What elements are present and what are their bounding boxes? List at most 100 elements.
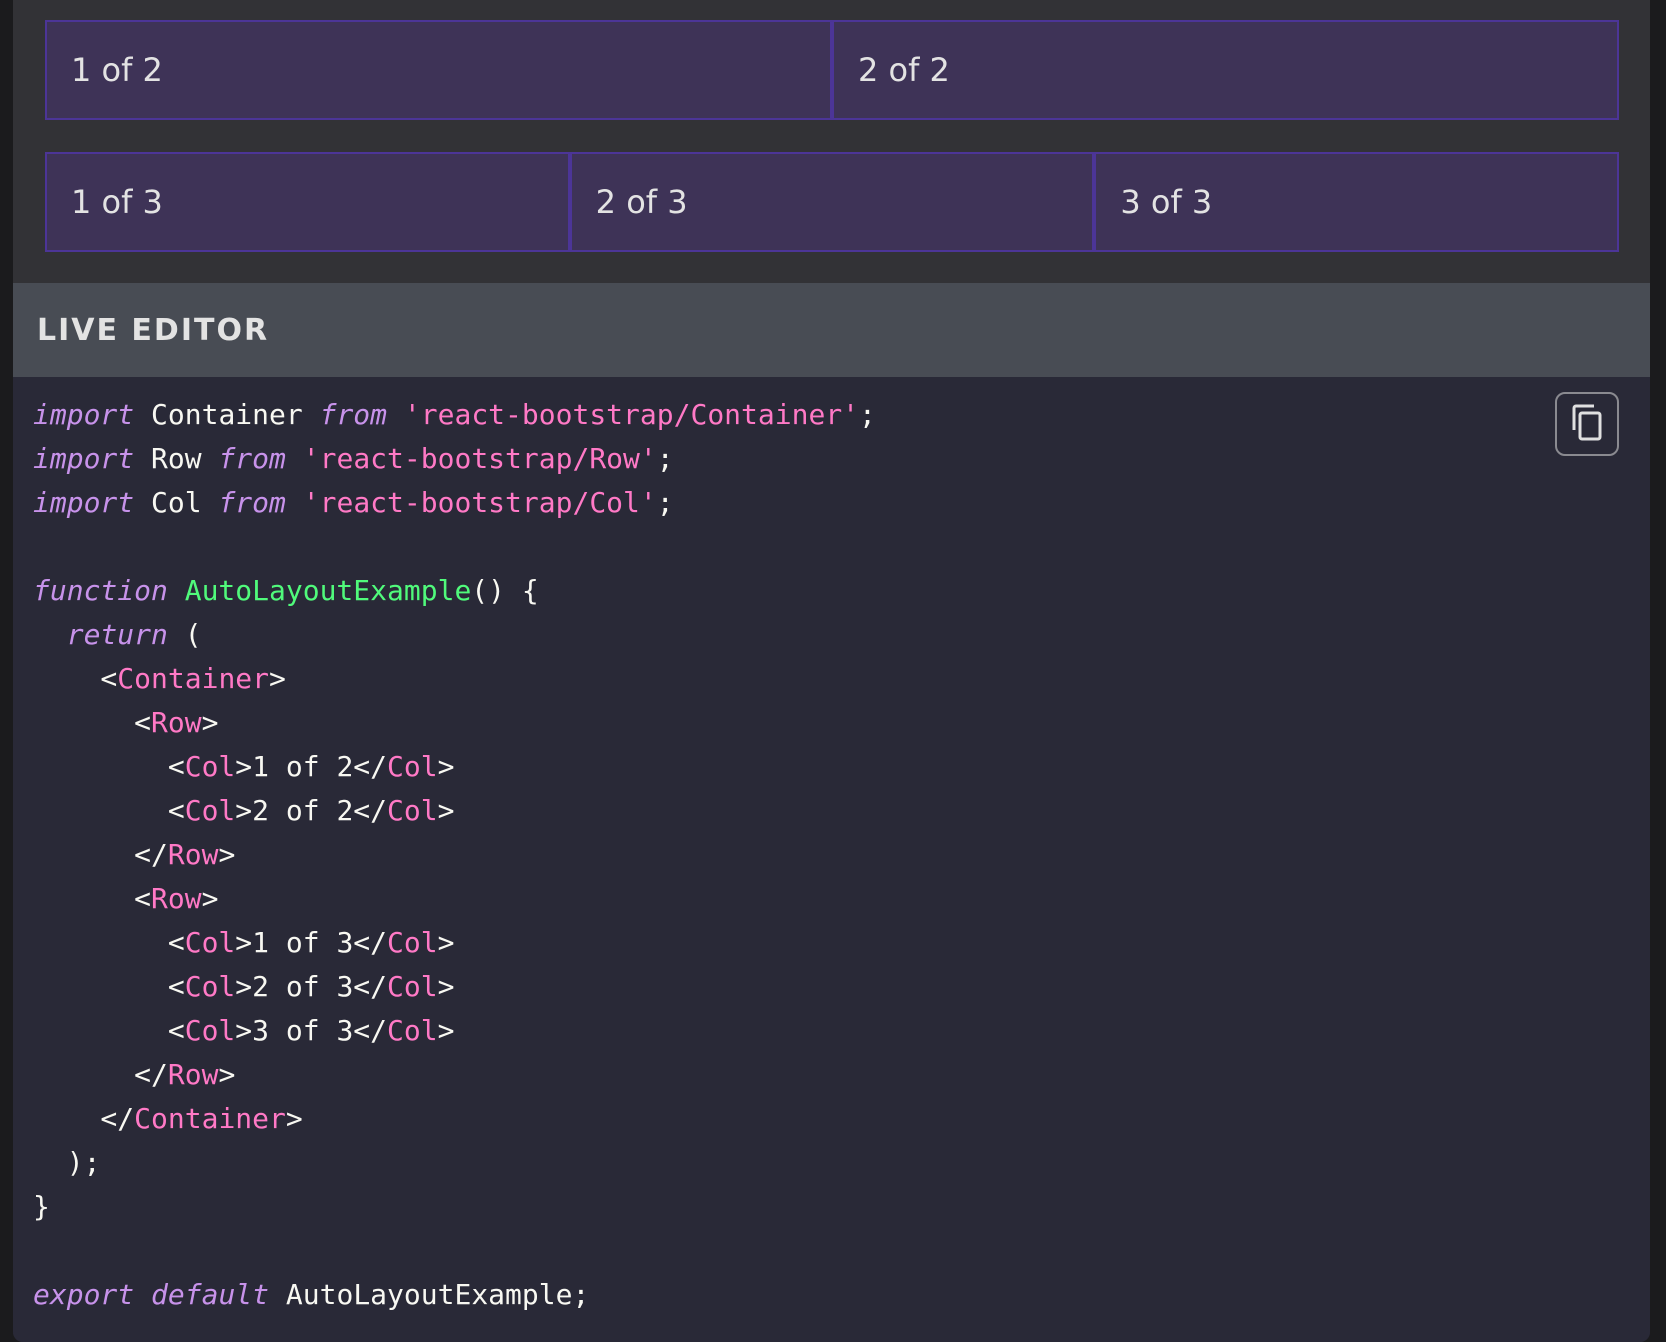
code-token: AutoLayoutExample; bbox=[269, 1278, 590, 1311]
code-token: import bbox=[33, 398, 135, 431]
code-token: > bbox=[437, 1014, 455, 1047]
code-token: < bbox=[33, 706, 152, 739]
copy-button[interactable] bbox=[1555, 392, 1619, 456]
code-token: ; bbox=[656, 442, 674, 475]
copy-icon bbox=[1570, 404, 1604, 445]
code-token: Container bbox=[117, 662, 270, 695]
code-token: </ bbox=[33, 1102, 135, 1135]
code-token: > bbox=[437, 926, 455, 959]
code-token: < bbox=[33, 750, 185, 783]
code-token: Col bbox=[387, 926, 438, 959]
code-token: > bbox=[437, 794, 455, 827]
live-editor-header: LIVE EDITOR bbox=[13, 283, 1650, 377]
code-token: Col bbox=[387, 970, 438, 1003]
code-line: function AutoLayoutExample() { bbox=[33, 569, 876, 613]
code-line: ​ bbox=[33, 525, 876, 569]
code-token: >3 of 3</ bbox=[235, 1014, 388, 1047]
grid-col: 2 of 2 bbox=[832, 20, 1619, 120]
code-line: <Row> bbox=[33, 877, 876, 921]
code-token: Col bbox=[184, 794, 236, 827]
code-token: >1 of 3</ bbox=[235, 926, 388, 959]
code-line: return ( bbox=[33, 613, 876, 657]
code-line: <Col>3 of 3</Col> bbox=[33, 1009, 876, 1053]
code-token: > bbox=[437, 750, 455, 783]
live-editor-title: LIVE EDITOR bbox=[37, 312, 270, 348]
code-token: } bbox=[33, 1190, 50, 1223]
grid-row-1: 1 of 2 2 of 2 bbox=[45, 20, 1619, 120]
code-token: ; bbox=[859, 398, 876, 431]
grid-col: 1 of 3 bbox=[45, 152, 570, 252]
code-token: Col bbox=[184, 926, 236, 959]
code-token: from bbox=[218, 442, 286, 475]
code-token: </ bbox=[33, 1058, 168, 1091]
code-line: import Col from 'react-bootstrap/Col'; bbox=[33, 481, 876, 525]
code-block[interactable]: import Container from 'react-bootstrap/C… bbox=[33, 393, 876, 1317]
code-token: >2 of 3</ bbox=[235, 970, 388, 1003]
code-example-panel: 1 of 2 2 of 2 1 of 3 2 of 3 3 of 3 LIVE … bbox=[13, 0, 1650, 1342]
code-token: 'react-bootstrap/Col' bbox=[302, 486, 657, 519]
code-line: </Row> bbox=[33, 1053, 876, 1097]
code-token: < bbox=[33, 1014, 185, 1047]
code-token: Row bbox=[151, 706, 202, 739]
code-token: 'react-bootstrap/Container' bbox=[403, 398, 860, 431]
code-token: Row bbox=[134, 442, 219, 475]
code-line: <Container> bbox=[33, 657, 876, 701]
code-token: Row bbox=[167, 838, 219, 871]
code-line: <Col>1 of 3</Col> bbox=[33, 921, 876, 965]
code-line: <Col>1 of 2</Col> bbox=[33, 745, 876, 789]
code-token: ); bbox=[33, 1146, 101, 1179]
code-token: Col bbox=[184, 970, 236, 1003]
code-editor[interactable]: import Container from 'react-bootstrap/C… bbox=[13, 377, 1650, 1342]
code-token: < bbox=[33, 882, 152, 915]
code-line: export default AutoLayoutExample; bbox=[33, 1273, 876, 1317]
code-token: Col bbox=[184, 1014, 236, 1047]
code-token: import bbox=[33, 486, 135, 519]
code-token: < bbox=[33, 970, 185, 1003]
code-token: Col bbox=[387, 750, 438, 783]
code-token: Col bbox=[134, 486, 219, 519]
code-token: < bbox=[33, 662, 118, 695]
code-token: () { bbox=[471, 574, 539, 607]
code-token: > bbox=[437, 970, 455, 1003]
code-token: function bbox=[33, 574, 168, 607]
code-line: ​ bbox=[33, 1229, 876, 1273]
grid-col: 3 of 3 bbox=[1094, 152, 1620, 252]
grid-col: 1 of 2 bbox=[45, 20, 832, 120]
code-token: > bbox=[218, 838, 236, 871]
code-token: < bbox=[33, 794, 185, 827]
code-token: Col bbox=[184, 750, 236, 783]
code-token: > bbox=[285, 1102, 303, 1135]
code-token: >2 of 2</ bbox=[235, 794, 388, 827]
code-token: Container bbox=[134, 398, 320, 431]
code-token: </ bbox=[33, 838, 168, 871]
code-token: from bbox=[319, 398, 388, 431]
code-line: <Col>2 of 2</Col> bbox=[33, 789, 876, 833]
grid-col: 2 of 3 bbox=[569, 152, 1095, 252]
code-line: import Row from 'react-bootstrap/Row'; bbox=[33, 437, 876, 481]
code-token: import bbox=[33, 442, 135, 475]
code-token: Row bbox=[151, 882, 202, 915]
code-token: default bbox=[151, 1278, 270, 1311]
code-line: ); bbox=[33, 1141, 876, 1185]
code-token: > bbox=[201, 882, 219, 915]
code-token: Col bbox=[387, 794, 438, 827]
code-line: </Row> bbox=[33, 833, 876, 877]
code-line: </Container> bbox=[33, 1097, 876, 1141]
code-token: Row bbox=[167, 1058, 219, 1091]
grid-row-2: 1 of 3 2 of 3 3 of 3 bbox=[45, 152, 1620, 252]
code-line: <Col>2 of 3</Col> bbox=[33, 965, 876, 1009]
code-token: 'react-bootstrap/Row' bbox=[302, 442, 657, 475]
code-token: ( bbox=[167, 618, 202, 651]
code-token: return bbox=[66, 618, 168, 651]
code-line: <Row> bbox=[33, 701, 876, 745]
code-token: > bbox=[218, 1058, 236, 1091]
code-token: export bbox=[33, 1278, 135, 1311]
code-token: AutoLayoutExample bbox=[184, 574, 472, 607]
code-token: from bbox=[218, 486, 286, 519]
